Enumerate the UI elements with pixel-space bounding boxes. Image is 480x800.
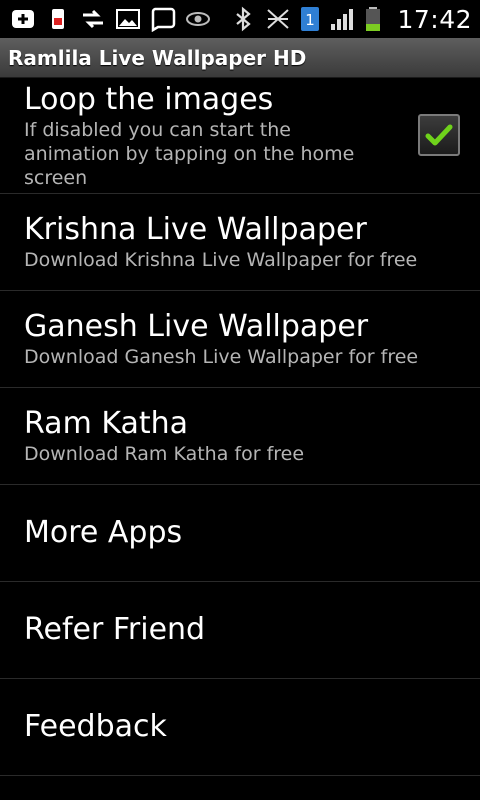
usb-icon — [10, 6, 36, 32]
setting-title: Loop the images — [24, 81, 274, 117]
settings-list: Loop the images If disabled you can star… — [0, 78, 480, 776]
sync-arrows-icon — [80, 6, 106, 32]
setting-feedback[interactable]: Feedback — [0, 679, 480, 776]
status-bar-system: 1 17:42 — [230, 5, 472, 34]
setting-refer-friend[interactable]: Refer Friend — [0, 582, 480, 679]
eye-icon — [185, 6, 211, 32]
setting-title: Krishna Live Wallpaper — [24, 212, 367, 247]
setting-subtitle: If disabled you can start the animation … — [24, 118, 355, 189]
chat-bubble-icon — [150, 6, 176, 32]
setting-ram-katha[interactable]: Ram Katha Download Ram Katha for free — [0, 388, 480, 485]
checkmark-icon — [425, 124, 453, 146]
badge-icon: 1 — [300, 6, 320, 32]
setting-subtitle: Download Ram Katha for free — [24, 443, 305, 465]
status-bar: 1 17:42 — [0, 0, 480, 38]
clock: 17:42 — [397, 4, 472, 34]
battery-icon — [364, 6, 382, 32]
setting-loop-images[interactable]: Loop the images If disabled you can star… — [0, 78, 480, 194]
setting-title: Refer Friend — [24, 612, 206, 647]
setting-subtitle: Download Krishna Live Wallpaper for free — [24, 249, 418, 271]
setting-subtitle: Download Ganesh Live Wallpaper for free — [24, 346, 419, 368]
notification-count: 1 — [306, 11, 316, 29]
sim-warning-icon — [45, 6, 71, 32]
no-signal-icon — [265, 6, 291, 32]
setting-more-apps[interactable]: More Apps — [0, 485, 480, 582]
setting-title: Ram Katha — [24, 406, 189, 441]
setting-title: Feedback — [24, 709, 167, 744]
title-bar: Ramlila Live Wallpaper HD — [0, 38, 480, 78]
app-title: Ramlila Live Wallpaper HD — [8, 45, 307, 70]
signal-icon — [329, 6, 355, 32]
bluetooth-icon — [230, 6, 256, 32]
status-bar-notifications — [10, 6, 211, 32]
setting-title: More Apps — [24, 515, 183, 550]
setting-title: Ganesh Live Wallpaper — [24, 309, 369, 344]
loop-images-checkbox[interactable] — [418, 114, 460, 156]
image-icon — [115, 6, 141, 32]
setting-ganesh-live-wallpaper[interactable]: Ganesh Live Wallpaper Download Ganesh Li… — [0, 291, 480, 388]
setting-krishna-live-wallpaper[interactable]: Krishna Live Wallpaper Download Krishna … — [0, 194, 480, 291]
